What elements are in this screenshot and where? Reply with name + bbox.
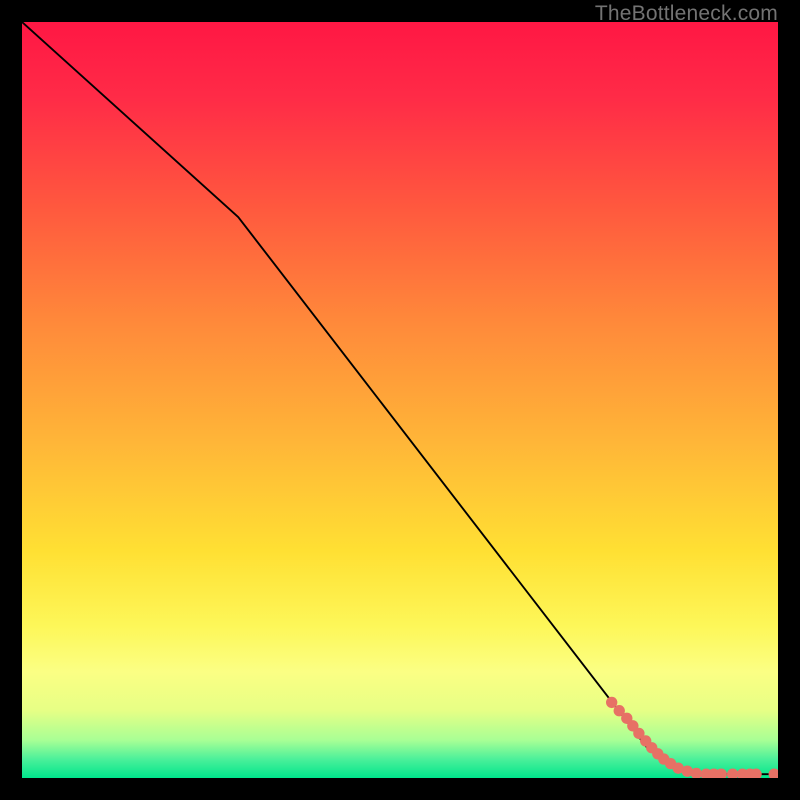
plot-area (22, 22, 778, 778)
bottleneck-curve (22, 22, 778, 774)
chart-frame: TheBottleneck.com (0, 0, 800, 800)
scatter-point (727, 769, 738, 778)
chart-overlay (22, 22, 778, 778)
scatter-point (769, 769, 778, 778)
scatter-points (606, 697, 778, 778)
watermark-text: TheBottleneck.com (595, 2, 778, 26)
